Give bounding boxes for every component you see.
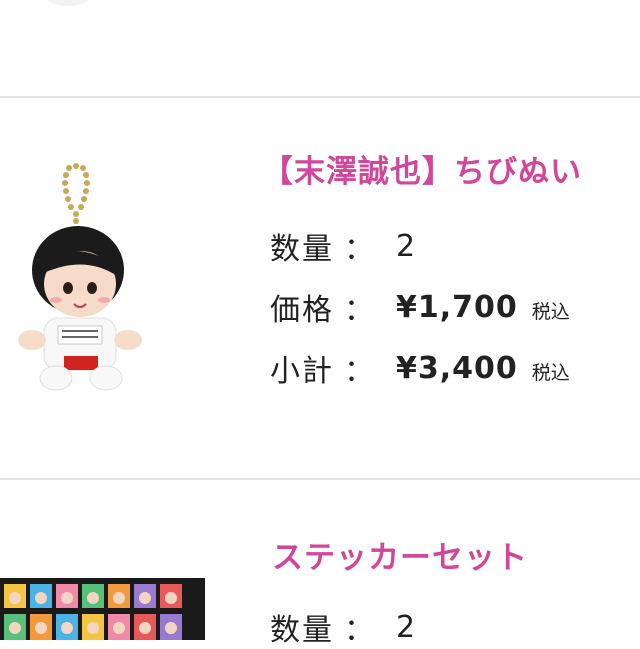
cart-item: ステッカーセット 数量 ： 2 <box>0 480 640 648</box>
subtotal-label: 小計 <box>270 354 334 389</box>
colon: ： <box>344 232 374 267</box>
colon: ： <box>344 293 374 328</box>
quantity-value: 2 <box>396 609 416 645</box>
quantity-row: 数量 ： 2 <box>270 605 415 649</box>
colon: ： <box>344 613 374 648</box>
subtotal-value: ¥3,400 <box>396 350 518 386</box>
sticker-sheet-image[interactable] <box>0 578 205 640</box>
cart-item: 【末澤誠也】ちびぬい 数量 ： 2 価格 ： ¥1,700 税込 小計 ： ¥3… <box>0 98 640 478</box>
previous-item-image <box>28 0 108 20</box>
colon: ： <box>344 354 374 389</box>
price-value: ¥1,700 <box>396 289 518 325</box>
quantity-row: 数量 ： 2 <box>270 224 415 268</box>
price-label: 価格 <box>270 293 334 328</box>
plush-keychain-image[interactable] <box>14 160 144 400</box>
subtotal-tax-note: 税込 <box>531 361 570 384</box>
price-tax-note: 税込 <box>531 300 570 323</box>
quantity-label: 数量 <box>270 613 334 648</box>
subtotal-row: 小計 ： ¥3,400 税込 <box>270 346 570 390</box>
quantity-label: 数量 <box>270 232 334 267</box>
price-row: 価格 ： ¥1,700 税込 <box>270 285 570 329</box>
item-title[interactable]: ステッカーセット <box>272 532 528 577</box>
item-title[interactable]: 【末澤誠也】ちびぬい <box>262 146 582 191</box>
quantity-value: 2 <box>396 228 416 264</box>
